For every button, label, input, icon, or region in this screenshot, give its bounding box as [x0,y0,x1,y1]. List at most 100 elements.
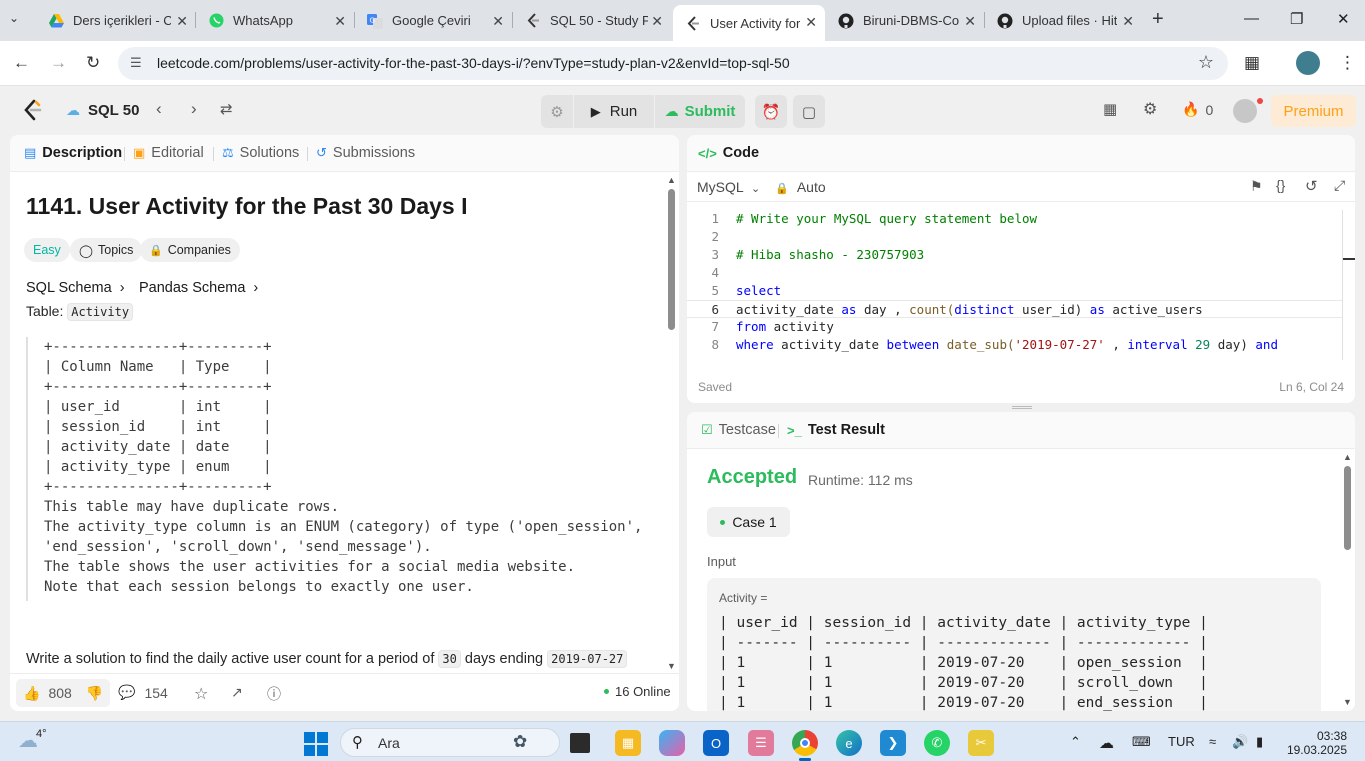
code-editor[interactable]: 1 # Write your MySQL query statement belo… [687,210,1342,360]
address-bar[interactable]: ☰ leetcode.com/problems/user-activity-fo… [118,47,1228,80]
result-scrollbar[interactable]: ▲ ▼ [1343,452,1352,707]
case-1-button[interactable]: Case 1 [707,507,790,537]
reset-icon[interactable]: ↺ [1305,177,1318,195]
onedrive-icon[interactable]: ☁ [1099,734,1114,752]
scroll-thumb[interactable] [668,189,675,330]
forward-arrow-icon[interactable]: → [50,53,67,73]
taskbar-search[interactable]: ⚲ Ara ✿ [340,728,560,757]
wifi-icon[interactable]: ≈ [1209,734,1216,749]
premium-button[interactable]: Premium [1271,95,1356,127]
notes-button[interactable]: ▢ [793,95,825,128]
close-icon[interactable]: ✕ [651,13,663,30]
layers-app-icon[interactable]: ☰ [748,730,774,756]
browser-tab[interactable]: Upload files · Hit ✕ [985,6,1142,35]
bookmark-icon[interactable]: ⚑ [1250,178,1263,195]
volume-icon[interactable]: 🔊 [1232,734,1248,750]
file-explorer-icon[interactable]: ▦ [615,730,641,756]
companies-chip[interactable]: 🔒 Companies [140,238,240,262]
submit-button[interactable]: ☁ Submit [655,95,745,128]
share-icon[interactable]: ↗ [231,684,243,701]
close-icon[interactable]: ✕ [805,14,817,31]
run-button[interactable]: ▶ Run [574,95,654,128]
panel-resize-handle[interactable] [1012,406,1032,409]
back-arrow-icon[interactable]: ← [13,53,30,73]
menu-dots-icon[interactable]: ⋮ [1339,53,1356,73]
reload-icon[interactable]: ↻ [86,53,100,73]
battery-icon[interactable]: ▮ [1256,734,1263,750]
browser-tab[interactable]: Biruni-DBMS-Co ✕ [826,6,984,35]
vscode-icon[interactable]: ❯ [880,730,906,756]
debug-button[interactable]: ⚙ [541,95,573,128]
scroll-up-icon[interactable]: ▲ [667,175,676,185]
site-settings-icon[interactable]: ☰ [130,55,142,71]
star-icon[interactable]: ☆ [194,684,208,704]
extensions-icon[interactable]: ▦ [1244,53,1260,73]
tab-solutions[interactable]: ⚖ Solutions [222,145,299,161]
settings-gear-icon[interactable]: ⚙ [1143,99,1157,119]
outlook-icon[interactable]: O [703,730,729,756]
scroll-down-icon[interactable]: ▼ [1343,697,1352,707]
profile-avatar[interactable] [1296,51,1320,75]
browser-tab[interactable]: Ders içerikleri - C ✕ [36,6,196,35]
input-language[interactable]: TUR [1168,734,1195,749]
thumbs-down-icon[interactable]: 👎 [86,685,103,702]
close-icon[interactable]: ✕ [176,13,188,30]
tab-search-button[interactable]: ⌄ [9,11,19,25]
minimize-icon[interactable]: — [1244,10,1259,27]
maximize-icon[interactable]: ❐ [1290,10,1303,28]
prev-problem-icon[interactable]: ‹ [156,99,162,119]
study-plan-link[interactable]: ☁ SQL 50 [66,102,139,119]
whatsapp-icon[interactable]: ✆ [924,730,950,756]
study-plan-title: SQL 50 [88,102,140,119]
tab-testcase[interactable]: ☑ Testcase [701,422,776,438]
weather-widget[interactable]: ☁ 4° [18,728,47,753]
tab-editorial[interactable]: ▣ Editorial [133,145,204,161]
auto-toggle[interactable]: 🔒 Auto [775,179,826,195]
close-icon[interactable]: ✕ [1122,13,1134,30]
comments-button[interactable]: 💬 154 [118,684,168,701]
scroll-thumb[interactable] [1344,466,1351,550]
start-button[interactable] [304,732,328,756]
close-icon[interactable]: ✕ [334,13,346,30]
streak-counter[interactable]: 🔥 0 [1182,101,1213,118]
expand-icon[interactable]: ⤢ [1334,177,1345,194]
editor-scrollbar[interactable] [1342,210,1343,360]
sql-schema-link[interactable]: SQL Schema › [26,280,125,296]
braces-icon[interactable]: {} [1276,177,1285,193]
timer-button[interactable]: ⏰ [755,95,787,128]
clock[interactable]: 03:38 19.03.2025 [1285,729,1347,757]
window-close-icon[interactable]: ✕ [1337,10,1350,28]
keyboard-icon[interactable]: ⌨ [1132,734,1151,750]
new-tab-button[interactable]: + [1152,8,1164,31]
pandas-schema-link[interactable]: Pandas Schema › [139,280,258,296]
edge-icon[interactable]: e [836,730,862,756]
bookmark-star-icon[interactable]: ☆ [1198,52,1214,73]
scroll-down-icon[interactable]: ▼ [667,661,676,671]
tab-test-result[interactable]: >_ Test Result [787,422,885,438]
layout-icon[interactable]: ▦ [1103,100,1117,118]
copilot-icon[interactable] [659,730,685,756]
language-select[interactable]: MySQL ⌄ [697,179,760,195]
tab-description[interactable]: ▤ Description [24,145,122,161]
task-view-icon[interactable] [570,733,590,753]
topics-chip[interactable]: ◯ Topics [70,238,143,262]
scroll-up-icon[interactable]: ▲ [1343,452,1352,462]
close-icon[interactable]: ✕ [964,13,976,30]
browser-tab-active[interactable]: User Activity for ✕ [673,5,825,41]
snipping-tool-icon[interactable]: ✂ [968,730,994,756]
description-scrollbar[interactable]: ▲ ▼ [667,175,676,671]
browser-tab[interactable]: SQL 50 - Study P ✕ [513,6,671,35]
tab-submissions[interactable]: ↺ Submissions [316,145,415,161]
chrome-icon[interactable] [792,730,818,756]
url-text[interactable]: leetcode.com/problems/user-activity-for-… [157,55,790,71]
browser-tab[interactable]: WhatsApp ✕ [196,6,354,35]
like-button[interactable]: 👍 808 👎 [16,679,111,707]
next-problem-icon[interactable]: › [191,99,197,119]
browser-tab[interactable]: G Google Çeviri ✕ [355,6,512,35]
close-icon[interactable]: ✕ [492,13,504,30]
user-avatar[interactable] [1233,99,1257,123]
shuffle-icon[interactable]: ⇄ [220,100,233,118]
leetcode-logo-icon[interactable] [22,99,42,124]
chevron-up-icon[interactable]: ⌃ [1070,734,1081,750]
help-icon[interactable]: ⓘ [267,684,281,704]
